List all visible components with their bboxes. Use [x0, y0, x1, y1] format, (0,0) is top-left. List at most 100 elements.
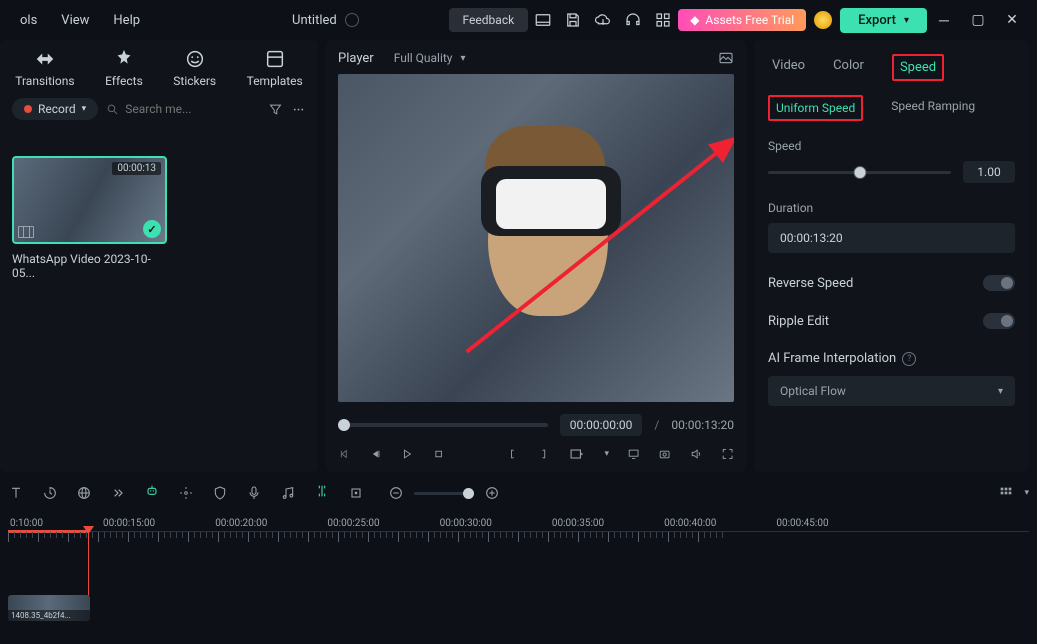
cloud-download-icon[interactable] [594, 11, 612, 29]
camera-icon[interactable] [658, 446, 671, 462]
record-dropdown[interactable]: Record▾ [12, 98, 98, 120]
sparkle-icon[interactable] [178, 485, 194, 501]
music-icon[interactable] [280, 485, 296, 501]
chevron-down-icon: ▾ [461, 53, 466, 64]
inspector-panel: Video Color Speed Uniform Speed Speed Ra… [754, 40, 1029, 472]
timeline-timecodes: 0:10:00 00:00:15:00 00:00:20:00 00:00:25… [8, 518, 1029, 529]
clip-name: WhatsApp Video 2023-10-05... [12, 252, 167, 280]
save-icon[interactable] [564, 11, 582, 29]
menu-bar: ols View Help Untitled Feedback ◆ Assets… [0, 0, 1037, 40]
display-icon[interactable] [627, 446, 640, 462]
tab-stickers[interactable]: Stickers [173, 48, 216, 88]
search-input[interactable] [125, 102, 260, 116]
help-icon[interactable]: ? [902, 352, 916, 366]
zoom-in-icon[interactable] [484, 485, 500, 501]
subtab-speed-ramping[interactable]: Speed Ramping [885, 95, 981, 121]
timecode: 00:00:40:00 [664, 518, 716, 529]
reverse-speed-label: Reverse Speed [768, 276, 853, 291]
clip-thumbnail[interactable]: 00:00:13 [12, 156, 167, 244]
coin-icon[interactable] [814, 11, 832, 29]
menu-ols[interactable]: ols [8, 9, 49, 32]
zoom-knob[interactable] [463, 488, 474, 499]
mic-icon[interactable] [246, 485, 262, 501]
bracket-in-icon[interactable] [506, 446, 519, 462]
timecode: 00:00:30:00 [440, 518, 492, 529]
video-preview[interactable] [338, 74, 734, 402]
chevron-down-icon[interactable]: ▾ [605, 449, 610, 459]
window-close[interactable]: ✕ [995, 12, 1029, 28]
thumbnails-grid-icon[interactable] [998, 485, 1014, 501]
menu-help[interactable]: Help [101, 9, 152, 32]
zoom-out-icon[interactable] [388, 485, 404, 501]
duration-field[interactable]: 00:00:13:20 [768, 223, 1015, 253]
media-panel: Transitions Effects Stickers Templates R… [0, 40, 318, 472]
speed-value[interactable]: 1.00 [963, 161, 1015, 183]
more-icon[interactable] [291, 102, 306, 117]
feedback-button[interactable]: Feedback [449, 8, 529, 32]
globe-icon[interactable] [76, 485, 92, 501]
tab-transitions[interactable]: Transitions [15, 48, 74, 88]
scrubber-handle[interactable] [338, 419, 350, 431]
stop-icon[interactable] [432, 446, 445, 462]
fullscreen-icon[interactable] [721, 446, 734, 462]
layout1-icon[interactable] [534, 11, 552, 29]
chevron-down-icon: ▾ [998, 386, 1003, 397]
gem-icon: ◆ [690, 13, 699, 27]
text-tool-icon[interactable] [8, 485, 24, 501]
reverse-speed-toggle[interactable] [983, 275, 1015, 291]
crop-icon[interactable] [348, 485, 364, 501]
document-title: Untitled [292, 13, 337, 28]
headphones-icon[interactable] [624, 11, 642, 29]
cut-icon[interactable] [314, 483, 330, 499]
export-label: Export [858, 13, 896, 28]
subtab-uniform-speed[interactable]: Uniform Speed [768, 95, 863, 121]
volume-icon[interactable] [690, 446, 703, 462]
history-icon[interactable] [42, 485, 58, 501]
preview-total-time: 00:00:13:20 [671, 418, 734, 432]
timecode: 00:00:15:00 [103, 518, 155, 529]
tab-templates[interactable]: Templates [247, 48, 303, 88]
prev-frame-icon[interactable] [338, 446, 351, 462]
apps-grid-icon[interactable] [654, 11, 672, 29]
step-back-icon[interactable] [369, 446, 382, 462]
assets-free-trial-button[interactable]: ◆ Assets Free Trial [678, 9, 806, 31]
ai-robot-icon[interactable] [144, 483, 160, 499]
clip-added-check-icon [143, 220, 161, 238]
tab-color[interactable]: Color [833, 54, 864, 81]
video-type-icon [18, 226, 34, 238]
ratio-icon[interactable] [568, 446, 586, 462]
timeline-clip-label: 1408.35_4b2f4... [8, 610, 90, 621]
play-icon[interactable] [400, 446, 413, 462]
ai-interpolation-select[interactable]: Optical Flow ▾ [768, 376, 1015, 406]
chevrons-icon[interactable] [110, 485, 126, 501]
playhead[interactable] [88, 532, 89, 602]
tab-speed[interactable]: Speed [892, 54, 944, 81]
bracket-out-icon[interactable] [537, 446, 550, 462]
duration-label: Duration [768, 201, 1015, 215]
menu-view[interactable]: View [49, 9, 101, 32]
speed-slider[interactable] [768, 171, 951, 174]
snapshot-icon[interactable] [718, 50, 734, 66]
media-clip[interactable]: 00:00:13 WhatsApp Video 2023-10-05... [12, 156, 167, 280]
export-button[interactable]: Export ▾ [840, 8, 927, 33]
preview-scrubber[interactable] [338, 423, 548, 427]
window-maximize[interactable]: ▢ [961, 12, 995, 28]
quality-dropdown[interactable]: Full Quality▾ [394, 51, 718, 65]
filter-icon[interactable] [268, 102, 283, 117]
timeline-ruler[interactable] [8, 531, 1029, 545]
timecode: 00:00:45:00 [776, 518, 828, 529]
ai-interpolation-label: AI Frame Interpolation [768, 351, 896, 366]
zoom-slider[interactable] [414, 492, 474, 495]
tab-effects[interactable]: Effects [105, 48, 143, 88]
speed-slider-knob[interactable] [853, 166, 866, 179]
shield-icon[interactable] [212, 485, 228, 501]
window-minimize[interactable]: ─ [927, 12, 961, 29]
timeline-panel: ▾ 0:10:00 00:00:15:00 00:00:20:00 00:00:… [0, 472, 1037, 636]
unsaved-indicator-icon [345, 13, 359, 27]
chevron-down-icon[interactable]: ▾ [1024, 488, 1029, 498]
timeline-clip[interactable]: 1408.35_4b2f4... [8, 595, 90, 621]
ripple-edit-toggle[interactable] [983, 313, 1015, 329]
timecode: 00:00:25:00 [327, 518, 379, 529]
tab-video[interactable]: Video [772, 54, 805, 81]
ripple-edit-label: Ripple Edit [768, 314, 829, 329]
